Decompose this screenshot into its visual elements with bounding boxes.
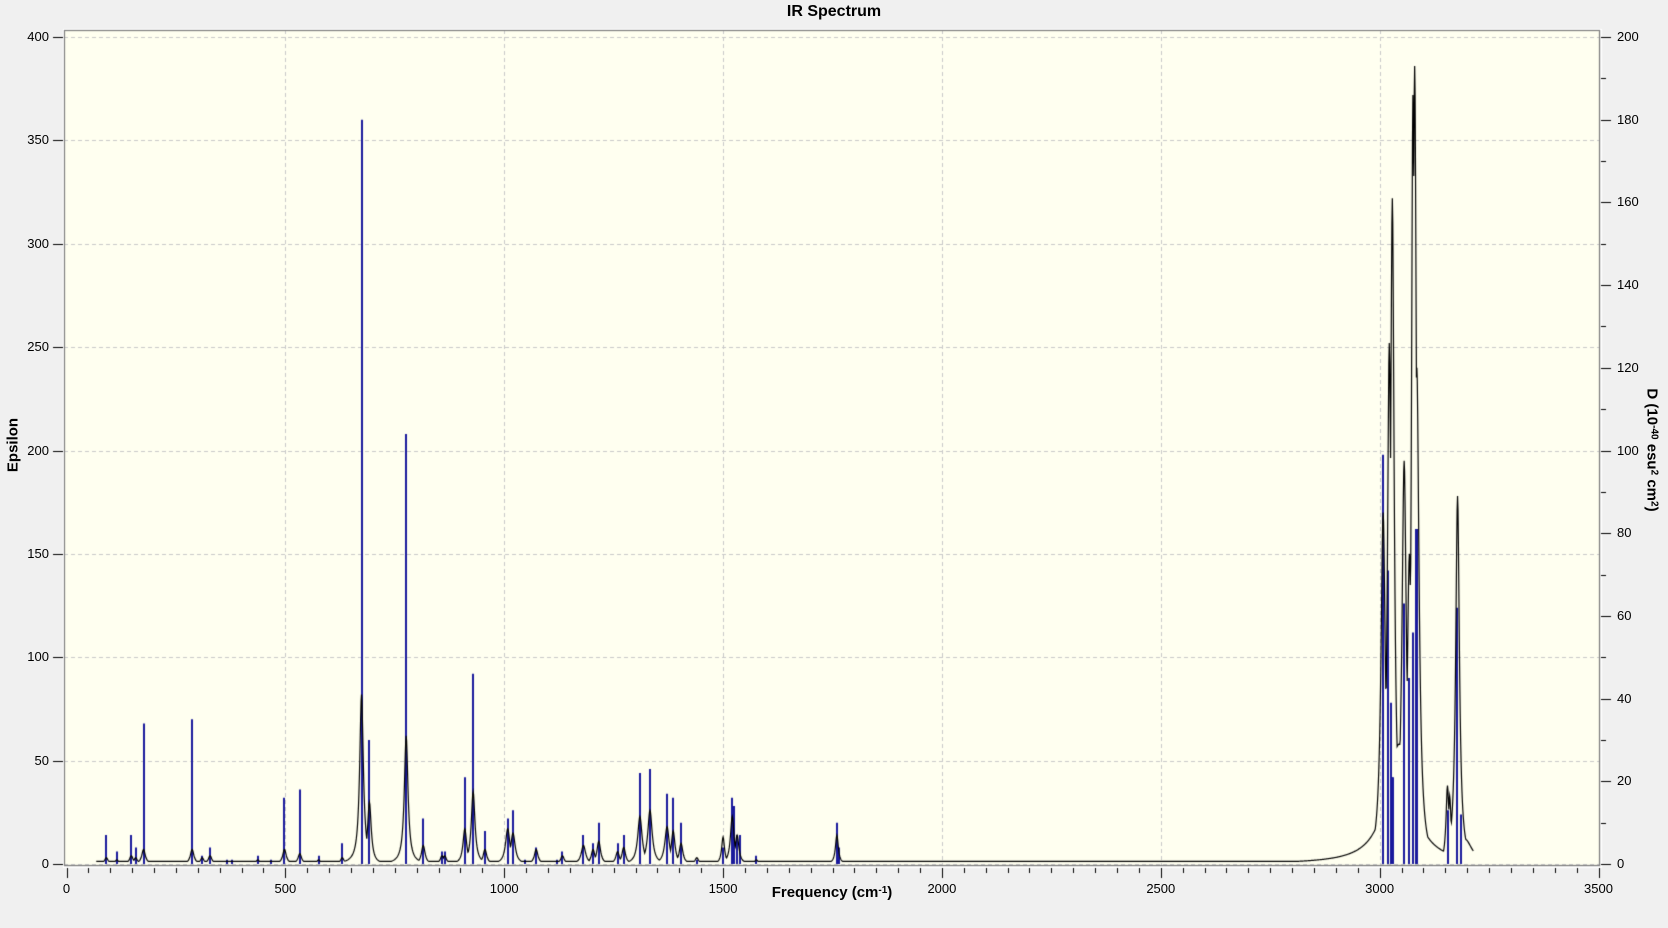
spectrum-plot-canvas bbox=[0, 0, 1668, 928]
ir-spectrum-window: IR Spectrum Epsilon D (10-40 esu2 cm2) F… bbox=[0, 0, 1668, 928]
